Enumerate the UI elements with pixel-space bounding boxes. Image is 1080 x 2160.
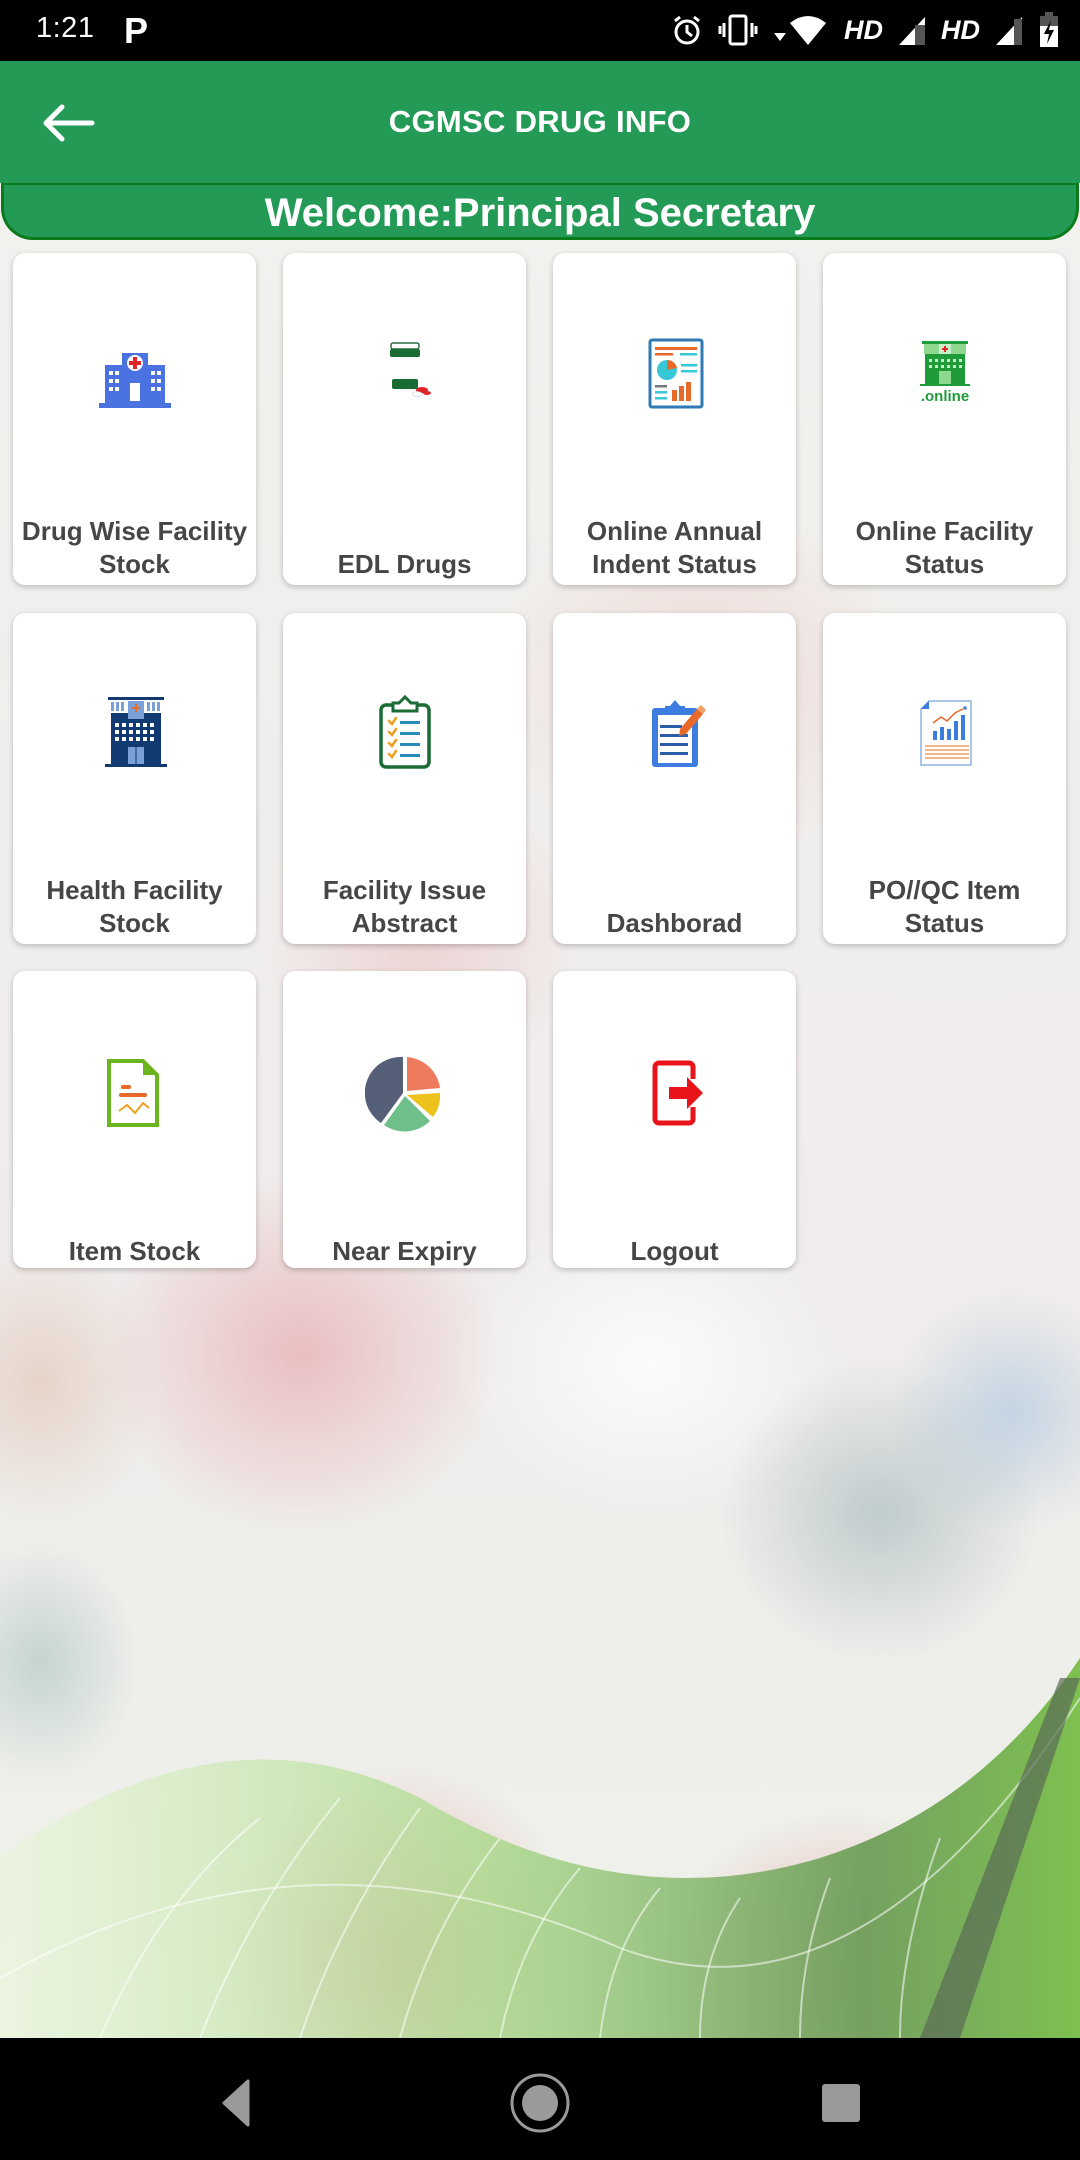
menu-card-label: Item Stock (68, 1236, 201, 1266)
battery-charging-icon (1038, 12, 1060, 48)
menu-card-label: Health Facility Stock (46, 875, 223, 938)
menu-card-label: Near Expiry (332, 1236, 477, 1266)
report-chart-icon (635, 335, 715, 415)
nav-back-button[interactable] (210, 2073, 270, 2133)
health-building-icon (95, 695, 175, 775)
menu-card-label: Online Annual Indent Status (586, 516, 763, 579)
menu-card-po-qc-item-status[interactable]: PO//QC Item Status (823, 613, 1066, 944)
status-bar: 1:21 P HD HD (0, 0, 1080, 61)
menu-card-label: EDL Drugs (337, 549, 472, 579)
menu-card-label: Logout (630, 1236, 719, 1266)
network-type-label: HD (844, 14, 883, 45)
parking-p-icon: P (124, 10, 149, 51)
signal-icon (994, 13, 1024, 47)
system-nav-bar (0, 2038, 1080, 2160)
app-bar: CGMSC DRUG INFO (0, 61, 1080, 183)
hospital-icon (95, 335, 175, 415)
menu-card-label: Dashborad (606, 908, 743, 938)
menu-card-health-facility-stock[interactable]: Health Facility Stock (13, 613, 256, 944)
menu-card-dashboard[interactable]: Dashborad (553, 613, 796, 944)
status-icons: HD HD (670, 12, 1060, 48)
menu-card-label: PO//QC Item Status (868, 875, 1021, 938)
welcome-banner: Welcome:Principal Secretary (1, 183, 1079, 240)
alarm-icon (670, 13, 704, 47)
menu-card-item-stock[interactable]: Item Stock (13, 971, 256, 1268)
online-badge-text: .online (920, 388, 968, 405)
menu-card-edl-drugs[interactable]: EDL Drugs (283, 253, 526, 585)
document-graph-icon (95, 1053, 175, 1133)
menu-card-near-expiry[interactable]: Near Expiry (283, 971, 526, 1268)
signal-icon (897, 13, 927, 47)
menu-card-online-facility-status[interactable]: .online Online Facility Status (823, 253, 1066, 585)
wifi-icon (772, 13, 830, 47)
logout-icon (635, 1053, 715, 1133)
document-bar-chart-icon (905, 695, 985, 775)
menu-card-label: Drug Wise Facility Stock (21, 516, 248, 579)
vibrate-icon (718, 13, 758, 47)
network-type-label: HD (941, 14, 980, 45)
nav-home-icon (510, 2073, 570, 2133)
app-title: CGMSC DRUG INFO (388, 104, 692, 139)
menu-card-drug-wise-facility-stock[interactable]: Drug Wise Facility Stock (13, 253, 256, 585)
menu-card-logout[interactable]: Logout (553, 971, 796, 1268)
online-hospital-icon: .online (905, 335, 985, 415)
nav-home-button[interactable] (510, 2073, 570, 2133)
menu-card-label: Facility Issue Abstract (322, 875, 487, 938)
clipboard-edit-icon (635, 695, 715, 775)
medicine-bottle-icon (365, 335, 445, 415)
green-wave-decoration (0, 1658, 1080, 2038)
menu-card-facility-issue-abstract[interactable]: Facility Issue Abstract (283, 613, 526, 944)
menu-card-online-annual-indent-status[interactable]: Online Annual Indent Status (553, 253, 796, 585)
status-time: 1:21 (36, 12, 95, 44)
nav-back-icon (222, 2079, 250, 2127)
menu-card-label: Online Facility Status (855, 516, 1034, 579)
nav-recents-button[interactable] (810, 2073, 870, 2133)
nav-recents-icon (822, 2084, 860, 2122)
pie-chart-icon (364, 1053, 445, 1133)
checklist-clipboard-icon (365, 695, 445, 775)
welcome-text: Welcome:Principal Secretary (264, 191, 816, 235)
